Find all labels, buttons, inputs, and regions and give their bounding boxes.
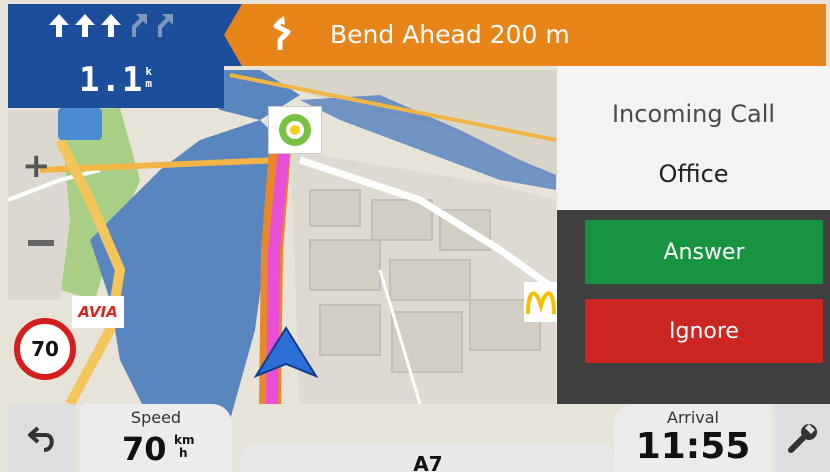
banner-notch xyxy=(224,4,242,66)
slight-right-arrow-icon xyxy=(132,14,147,37)
back-button[interactable] xyxy=(8,404,76,472)
unit-bottom: m xyxy=(145,77,154,90)
turn-distance: 1.1 k m xyxy=(8,60,224,100)
speed-label: Speed xyxy=(130,408,182,427)
straight-arrow-icon xyxy=(75,14,95,37)
mcdonalds-logo-icon xyxy=(526,291,556,315)
lane-guidance xyxy=(48,12,174,38)
bp-logo-icon xyxy=(279,114,311,146)
incoming-call-panel: Incoming Call Office xyxy=(557,66,830,210)
current-road: A7 xyxy=(240,444,616,472)
arrival-time: 11:55 xyxy=(635,426,751,467)
arrival-label: Arrival xyxy=(667,408,719,427)
speed-value: 70 xyxy=(122,430,167,468)
speed-unit: km h xyxy=(174,434,194,460)
navigation-screen: + 70 AVIA 1.1 k m Bend Ahead 200 m Incom… xyxy=(0,0,830,472)
arrival-field[interactable]: Arrival 11:55 xyxy=(614,404,772,472)
caller-name: Office xyxy=(658,160,729,188)
turn-distance-value: 1.1 xyxy=(78,60,144,100)
speed-limit-sign: 70 xyxy=(14,318,76,380)
mcdonalds-poi-logo[interactable] xyxy=(524,282,558,322)
settings-button[interactable] xyxy=(776,404,830,472)
avia-logo-text: AVIA xyxy=(78,303,118,321)
straight-arrow-icon xyxy=(101,14,121,37)
slight-right-arrow-icon xyxy=(158,14,173,37)
answer-button[interactable]: Answer xyxy=(585,220,823,284)
plus-icon[interactable]: + xyxy=(22,146,51,186)
next-turn-panel[interactable]: 1.1 k m xyxy=(8,4,224,108)
bend-warning-icon xyxy=(273,16,291,50)
back-arrow-icon xyxy=(28,426,54,452)
wrench-icon xyxy=(788,424,817,453)
bottom-bar: Speed 70 km h A7 Arrival 11:55 xyxy=(0,404,830,472)
call-title: Incoming Call xyxy=(611,100,776,128)
avia-poi-logo[interactable]: AVIA xyxy=(72,296,124,328)
warning-text: Bend Ahead 200 m xyxy=(330,20,570,49)
call-actions: Answer Ignore xyxy=(557,210,830,404)
speed-field[interactable]: Speed 70 km h xyxy=(80,404,232,472)
road-warning-banner[interactable]: Bend Ahead 200 m xyxy=(224,4,826,66)
minus-icon[interactable] xyxy=(28,240,54,246)
speed-unit-bottom: h xyxy=(179,446,188,460)
speed-limit-value: 70 xyxy=(31,337,59,361)
bp-poi-logo[interactable] xyxy=(268,106,322,154)
ignore-button[interactable]: Ignore xyxy=(585,299,823,363)
straight-arrow-icon xyxy=(49,14,69,37)
turn-distance-unit: km xyxy=(145,66,153,90)
road-name: A7 xyxy=(413,452,443,472)
